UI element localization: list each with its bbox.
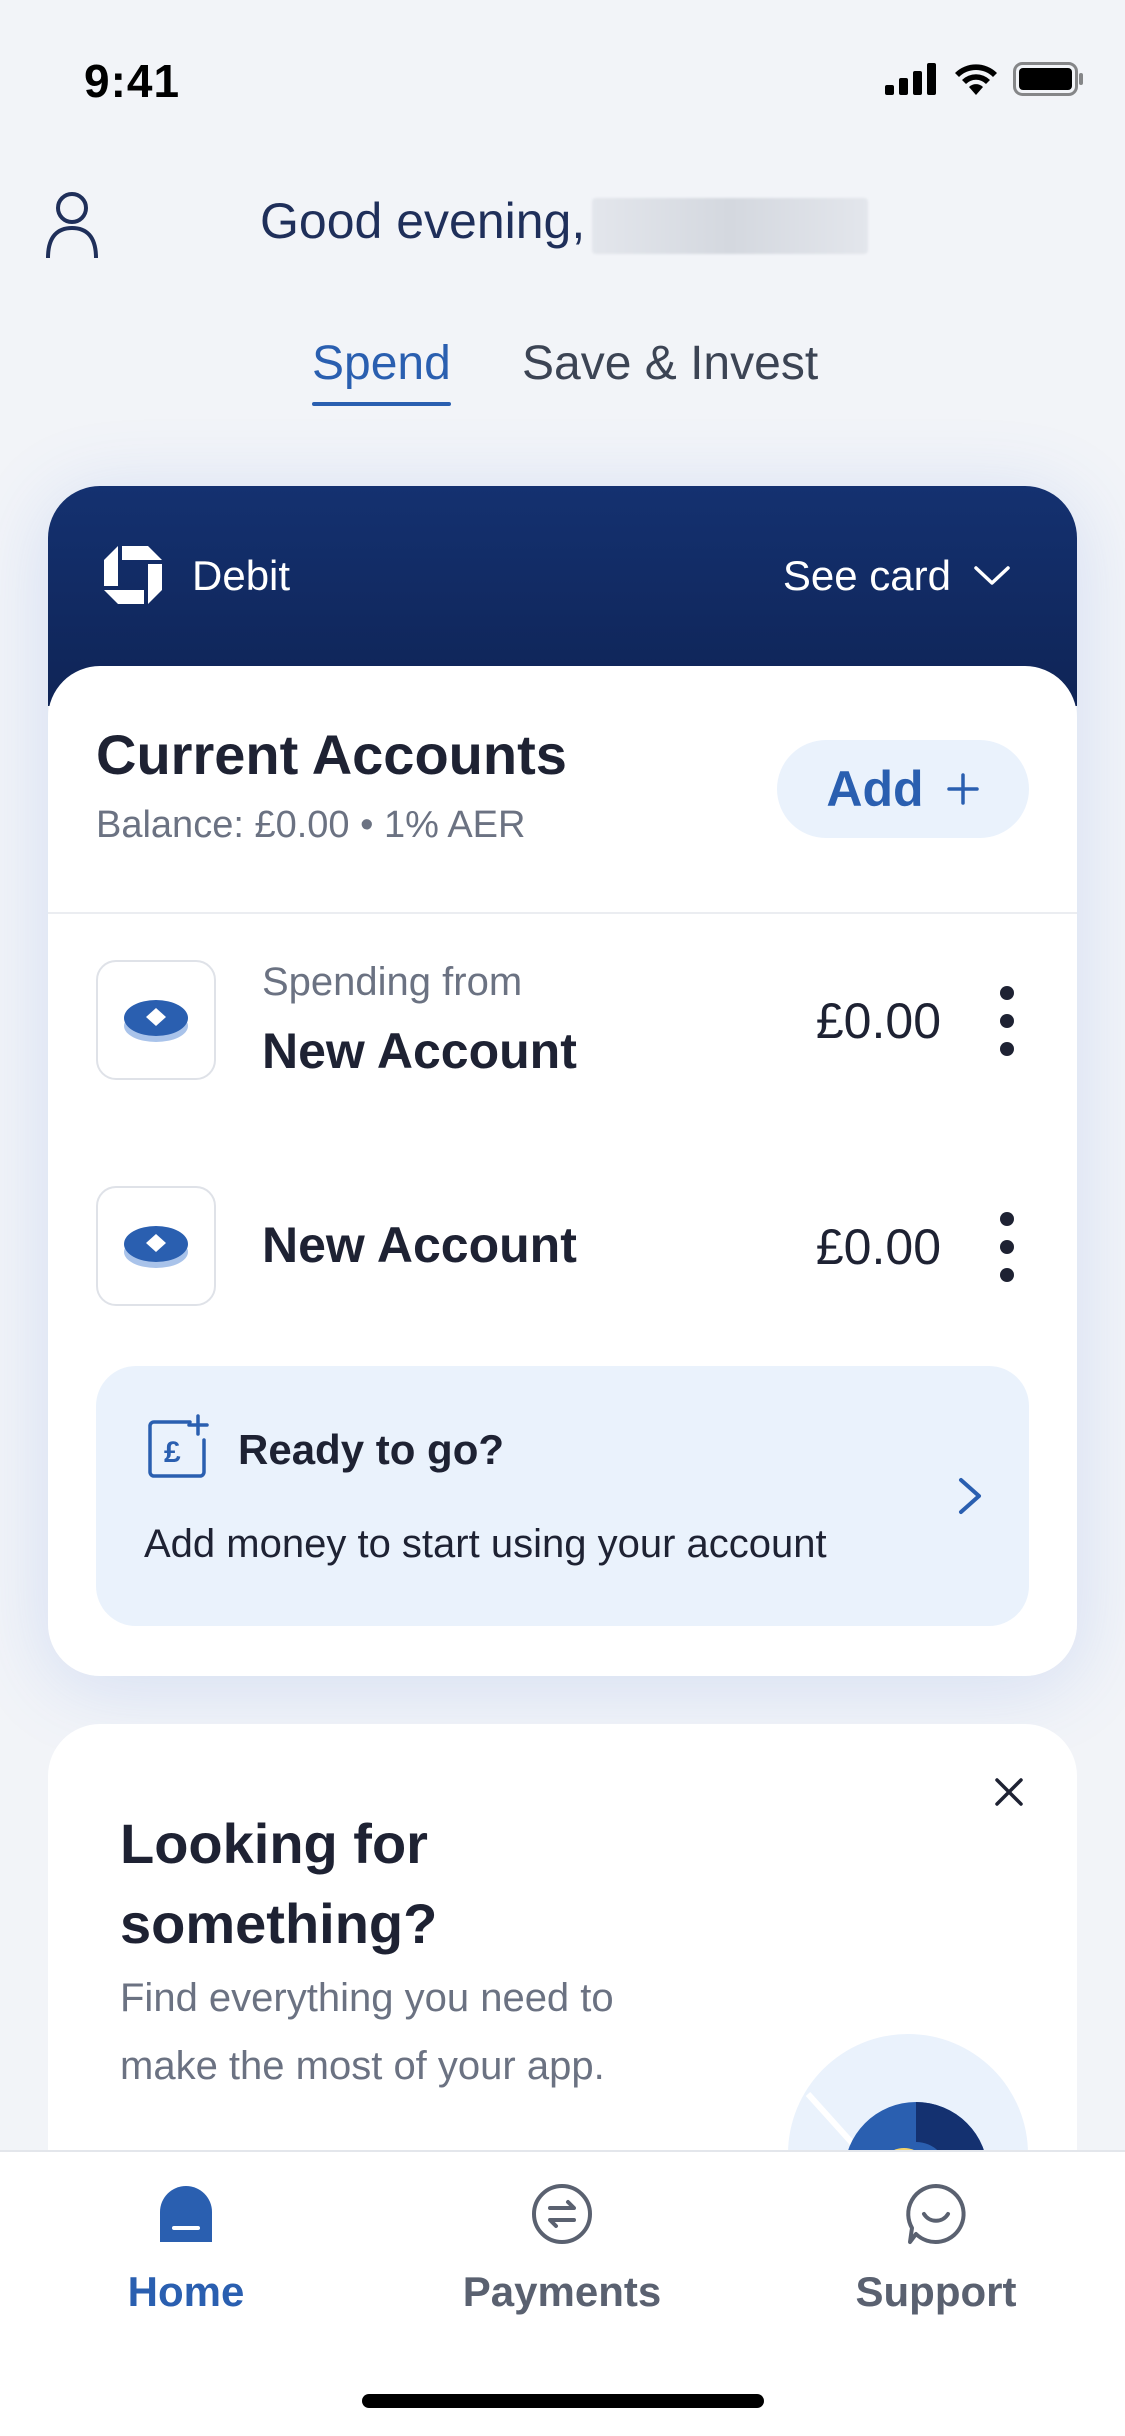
account-row[interactable]: New Account £0.00 (96, 1186, 1029, 1306)
promo-title: Looking for something? (120, 1812, 438, 1955)
ready-text: Add money to start using your account (144, 1522, 827, 1566)
tab-home-label: Home (127, 2268, 245, 2315)
tab-payments[interactable]: Payments (412, 2182, 712, 2316)
greeting: Good evening, (260, 193, 586, 249)
tab-support-label: Support (855, 2268, 1017, 2315)
see-card-button[interactable]: See card (783, 552, 1011, 600)
tab-payments-label: Payments (462, 2268, 662, 2315)
tab-home[interactable]: Home (36, 2182, 336, 2316)
svg-text:£: £ (164, 1436, 181, 1469)
home-indicator[interactable] (362, 2394, 764, 2408)
tab-spend[interactable]: Spend (312, 336, 451, 406)
status-bar: 9:41 (0, 0, 1125, 150)
promo-text: Find everything you need to make the mos… (120, 1976, 614, 2088)
more-options-icon[interactable] (997, 986, 1017, 1056)
add-button-label: Add (826, 761, 924, 817)
account-icon (96, 1186, 216, 1306)
account-balance: £0.00 (815, 993, 941, 1049)
tab-save-invest[interactable]: Save & Invest (522, 336, 818, 391)
account-name: New Account (262, 1023, 577, 1079)
balance-summary: Balance: £0.00 • 1% AER (96, 804, 526, 846)
signal-icon (885, 63, 936, 95)
home-icon (160, 2186, 212, 2242)
person-icon[interactable] (44, 188, 100, 260)
card-type-label: Debit (192, 552, 291, 599)
account-icon (96, 960, 216, 1080)
status-time: 9:41 (84, 55, 181, 107)
ready-title: Ready to go? (238, 1426, 505, 1473)
chevron-right-icon (959, 1478, 981, 1514)
wifi-icon (955, 64, 997, 95)
close-icon[interactable] (993, 1776, 1025, 1808)
tab-save-invest-label: Save & Invest (522, 337, 819, 390)
section-title: Current Accounts (96, 723, 567, 786)
account-name: New Account (262, 1217, 577, 1273)
chat-icon (906, 2184, 966, 2244)
debit-card-panel: Debit See card Current Accounts Balance:… (48, 486, 1077, 1676)
ready-to-go-banner[interactable]: £ Ready to go? Add money to start using … (96, 1366, 1029, 1626)
add-money-icon: £ (148, 1414, 209, 1478)
tab-selected-indicator (312, 402, 451, 406)
status-icons (885, 62, 1085, 96)
header: Good evening, (0, 170, 1125, 280)
plus-icon (946, 773, 979, 805)
account-subtitle: Spending from (262, 960, 523, 1004)
battery-icon (1013, 62, 1083, 96)
bank-logo-icon (104, 546, 162, 604)
account-balance: £0.00 (815, 1219, 941, 1275)
chevron-down-icon (974, 566, 1010, 585)
account-row[interactable]: Spending from New Account £0.00 (96, 960, 1029, 1080)
current-accounts-section: Current Accounts Balance: £0.00 • 1% AER… (48, 666, 1077, 1676)
redacted-name (592, 198, 868, 254)
payments-icon (532, 2184, 592, 2244)
see-card-label: See card (782, 552, 951, 599)
add-account-button[interactable]: Add (777, 740, 1029, 838)
tab-support[interactable]: Support (786, 2182, 1086, 2316)
more-options-icon[interactable] (997, 1212, 1017, 1282)
top-tabs: Spend Save & Invest (0, 336, 1125, 416)
tab-spend-label: Spend (312, 337, 451, 390)
divider (48, 912, 1077, 914)
